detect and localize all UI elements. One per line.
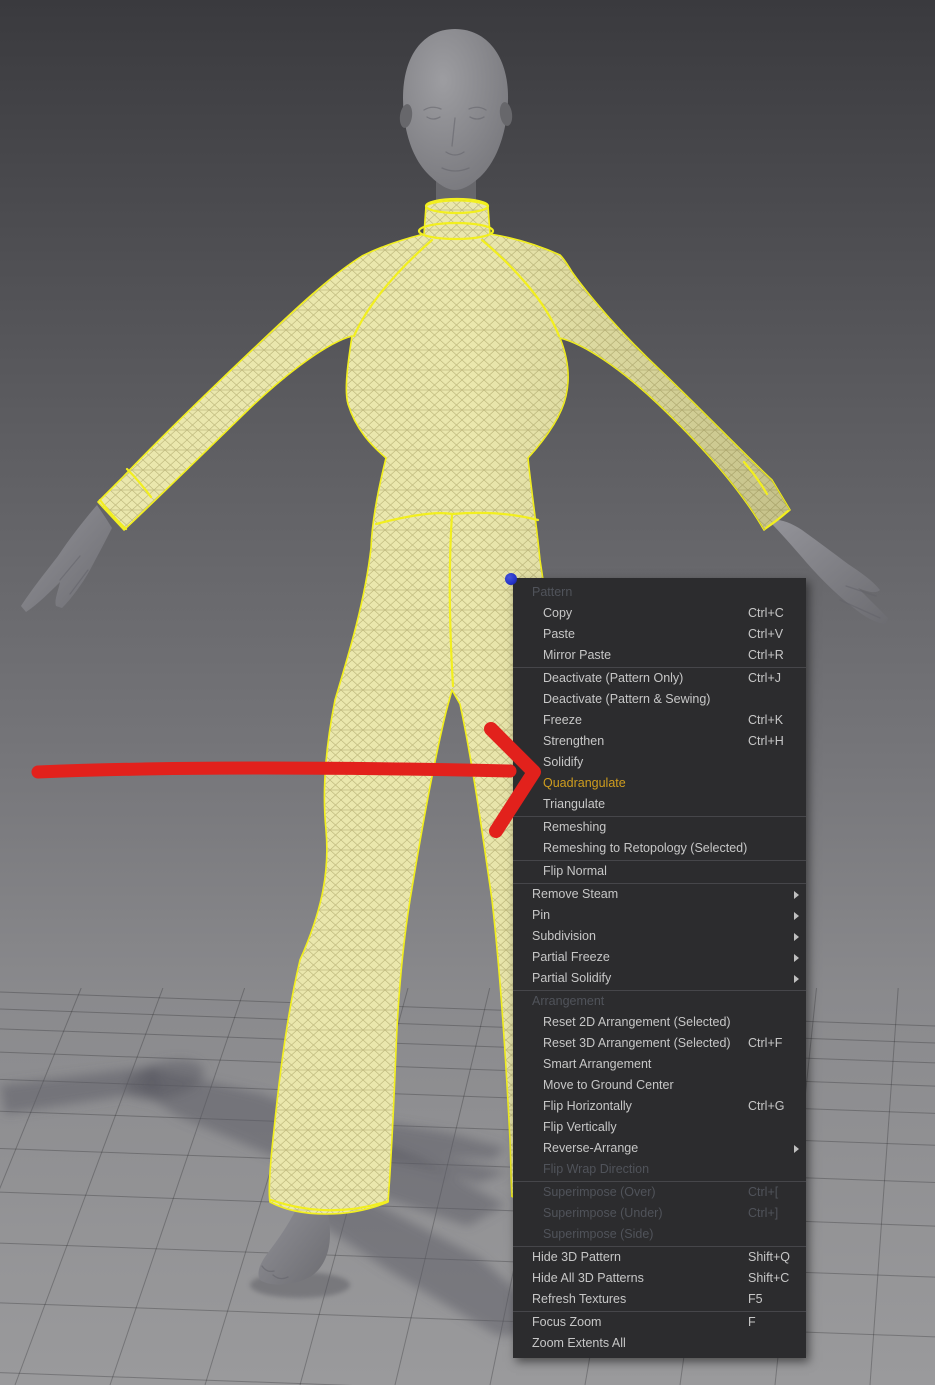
submenu-arrow-icon <box>794 932 799 941</box>
menu-item-remeshing[interactable]: Remeshing <box>513 817 806 838</box>
menu-item-subdivision[interactable]: Subdivision <box>513 926 806 947</box>
menu-item-label: Copy <box>543 606 573 620</box>
menu-item-label: Partial Solidify <box>532 971 612 985</box>
menu-item-shortcut: Ctrl+K <box>748 713 784 727</box>
app-window: Pattern Copy Ctrl+C Paste Ctrl+V Mirror Paste… <box>0 0 935 1385</box>
menu-item-shortcut: F <box>748 1315 756 1329</box>
menu-item-partial-solidify[interactable]: Partial Solidify <box>513 968 806 989</box>
menu-item-triangulate[interactable]: Triangulate <box>513 794 806 815</box>
menu-item-remove-steam[interactable]: Remove Steam <box>513 884 806 905</box>
menu-item-flip-horizontally[interactable]: Flip Horizontally Ctrl+G <box>513 1096 806 1117</box>
menu-item-zoom-extents-all[interactable]: Zoom Extents All <box>513 1333 806 1354</box>
menu-item-flip-normal[interactable]: Flip Normal <box>513 861 806 882</box>
menu-item-smart-arrangement[interactable]: Smart Arrangement <box>513 1054 806 1075</box>
menu-item-label: Hide 3D Pattern <box>532 1250 621 1264</box>
submenu-arrow-icon <box>794 1144 799 1153</box>
submenu-arrow-icon <box>794 953 799 962</box>
menu-item-label: Move to Ground Center <box>543 1078 674 1092</box>
menu-item-label: Paste <box>543 627 575 641</box>
menu-item-label: Superimpose (Under) <box>543 1206 663 1220</box>
menu-item-shortcut: F5 <box>748 1292 763 1306</box>
menu-item-label: Remeshing <box>543 820 607 834</box>
menu-item-label: Flip Vertically <box>543 1120 617 1134</box>
menu-item-hide-3d-pattern[interactable]: Hide 3D Pattern Shift+Q <box>513 1247 806 1268</box>
submenu-arrow-icon <box>794 911 799 920</box>
menu-item-reset-2d-arrangement[interactable]: Reset 2D Arrangement (Selected) <box>513 1012 806 1033</box>
menu-item-label: Superimpose (Over) <box>543 1185 656 1199</box>
menu-item-label: Deactivate (Pattern & Sewing) <box>543 692 711 706</box>
menu-item-remeshing-to-retopology[interactable]: Remeshing to Retopology (Selected) <box>513 838 806 859</box>
menu-item-label: Triangulate <box>543 797 606 811</box>
menu-item-shortcut: Ctrl+[ <box>748 1185 779 1199</box>
menu-item-label: Remeshing to Retopology (Selected) <box>543 841 748 855</box>
menu-item-focus-zoom[interactable]: Focus Zoom F <box>513 1312 806 1333</box>
menu-item-label: Strengthen <box>543 734 605 748</box>
menu-item-label: Freeze <box>543 713 582 727</box>
menu-item-reverse-arrange[interactable]: Reverse-Arrange <box>513 1138 806 1159</box>
menu-section-arrangement: Arrangement <box>513 991 806 1012</box>
menu-item-label: Zoom Extents All <box>532 1336 626 1350</box>
selection-marker-dot <box>505 573 517 585</box>
menu-item-superimpose-side: Superimpose (Side) <box>513 1224 806 1245</box>
menu-item-label: Quadrangulate <box>543 776 626 790</box>
menu-item-shortcut: Shift+Q <box>748 1250 791 1264</box>
menu-item-flip-wrap-direction: Flip Wrap Direction <box>513 1159 806 1180</box>
menu-item-quadrangulate[interactable]: Quadrangulate <box>513 773 806 794</box>
menu-item-paste[interactable]: Paste Ctrl+V <box>513 624 806 645</box>
menu-item-hide-all-3d-patterns[interactable]: Hide All 3D Patterns Shift+C <box>513 1268 806 1289</box>
menu-item-label: Refresh Textures <box>532 1292 627 1306</box>
menu-item-label: Partial Freeze <box>532 950 610 964</box>
menu-item-move-to-ground-center[interactable]: Move to Ground Center <box>513 1075 806 1096</box>
menu-section-pattern: Pattern <box>513 582 806 603</box>
menu-item-superimpose-under: Superimpose (Under) Ctrl+] <box>513 1203 806 1224</box>
menu-item-shortcut: Ctrl+V <box>748 627 784 641</box>
menu-item-label: Subdivision <box>532 929 596 943</box>
menu-item-partial-freeze[interactable]: Partial Freeze <box>513 947 806 968</box>
menu-item-flip-vertically[interactable]: Flip Vertically <box>513 1117 806 1138</box>
context-menu: Pattern Copy Ctrl+C Paste Ctrl+V Mirror Paste… <box>513 578 806 1358</box>
menu-item-label: Mirror Paste <box>543 648 612 662</box>
menu-item-label: Arrangement <box>532 994 605 1008</box>
menu-item-shortcut: Ctrl+H <box>748 734 784 748</box>
menu-item-shortcut: Ctrl+R <box>748 648 784 662</box>
menu-item-shortcut: Ctrl+F <box>748 1036 783 1050</box>
menu-item-label: Flip Horizontally <box>543 1099 632 1113</box>
menu-item-reset-3d-arrangement[interactable]: Reset 3D Arrangement (Selected) Ctrl+F <box>513 1033 806 1054</box>
menu-item-label: Solidify <box>543 755 584 769</box>
menu-item-label: Focus Zoom <box>532 1315 602 1329</box>
menu-item-freeze[interactable]: Freeze Ctrl+K <box>513 710 806 731</box>
menu-item-solidify[interactable]: Solidify <box>513 752 806 773</box>
menu-item-label: Flip Wrap Direction <box>543 1162 650 1176</box>
menu-item-deactivate-pattern-sewing[interactable]: Deactivate (Pattern & Sewing) <box>513 689 806 710</box>
menu-item-label: Superimpose (Side) <box>543 1227 654 1241</box>
menu-item-label: Reset 2D Arrangement (Selected) <box>543 1015 731 1029</box>
menu-item-copy[interactable]: Copy Ctrl+C <box>513 603 806 624</box>
menu-item-label: Reset 3D Arrangement (Selected) <box>543 1036 731 1050</box>
menu-item-label: Pattern <box>532 585 573 599</box>
menu-item-mirror-paste[interactable]: Mirror Paste Ctrl+R <box>513 645 806 666</box>
menu-item-refresh-textures[interactable]: Refresh Textures F5 <box>513 1289 806 1310</box>
menu-item-label: Remove Steam <box>532 887 619 901</box>
menu-item-label: Smart Arrangement <box>543 1057 652 1071</box>
menu-item-label: Hide All 3D Patterns <box>532 1271 644 1285</box>
menu-item-label: Reverse-Arrange <box>543 1141 639 1155</box>
menu-item-pin[interactable]: Pin <box>513 905 806 926</box>
menu-item-label: Flip Normal <box>543 864 607 878</box>
submenu-arrow-icon <box>794 890 799 899</box>
menu-item-superimpose-over: Superimpose (Over) Ctrl+[ <box>513 1182 806 1203</box>
menu-item-shortcut: Shift+C <box>748 1271 790 1285</box>
menu-item-deactivate-pattern-only[interactable]: Deactivate (Pattern Only) Ctrl+J <box>513 668 806 689</box>
menu-item-shortcut: Ctrl+G <box>748 1099 785 1113</box>
submenu-arrow-icon <box>794 974 799 983</box>
menu-item-strengthen[interactable]: Strengthen Ctrl+H <box>513 731 806 752</box>
menu-item-label: Deactivate (Pattern Only) <box>543 671 684 685</box>
menu-item-label: Pin <box>532 908 551 922</box>
menu-item-shortcut: Ctrl+C <box>748 606 784 620</box>
menu-item-shortcut: Ctrl+J <box>748 671 781 685</box>
menu-item-shortcut: Ctrl+] <box>748 1206 779 1220</box>
